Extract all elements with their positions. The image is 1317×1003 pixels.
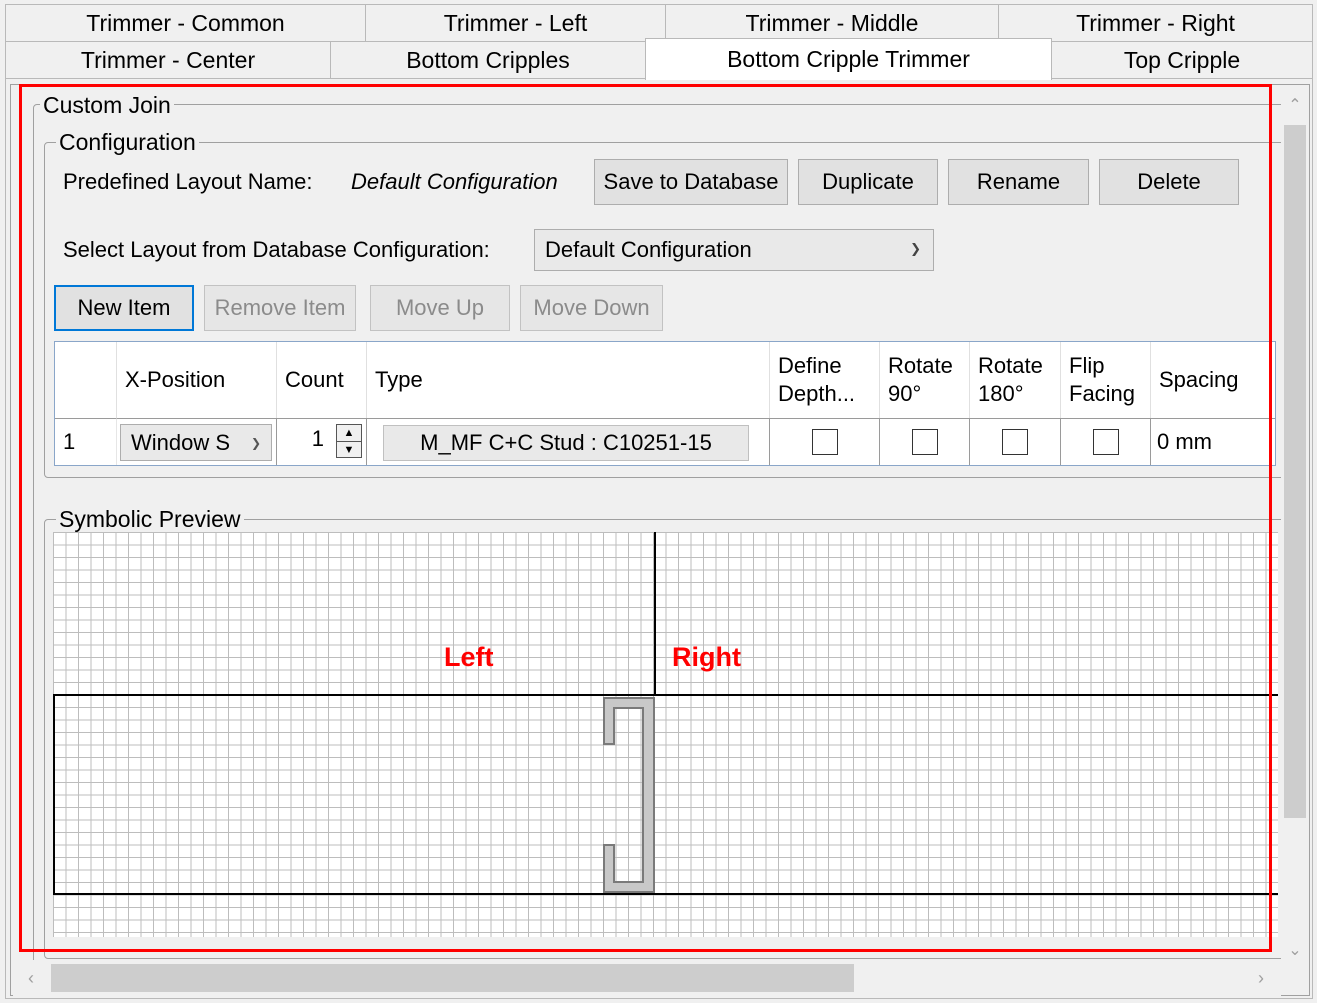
duplicate-button[interactable]: Duplicate [798, 159, 938, 205]
table-header-count[interactable]: Count [277, 342, 367, 418]
table-header-define-depth[interactable]: Define Depth... [770, 342, 880, 418]
rotate-90-checkbox[interactable] [911, 429, 938, 455]
delete-button[interactable]: Delete [1099, 159, 1239, 205]
vertical-scrollbar[interactable]: ⌃ ⌄ [1281, 87, 1309, 972]
remove-item-button[interactable]: Remove Item [204, 285, 356, 331]
table-header-spacing[interactable]: Spacing [1151, 342, 1275, 418]
select-layout-label: Select Layout from Database Configuratio… [63, 237, 490, 262]
table-cell-define-depth[interactable] [770, 418, 880, 465]
scroll-up-icon[interactable]: ⌃ [1281, 87, 1309, 123]
layout-select-value: Default Configuration [545, 237, 752, 262]
chevron-down-icon: ❯ [250, 435, 261, 450]
define-depth-checkbox[interactable] [811, 429, 838, 455]
x-position-dropdown[interactable]: Window S ❯ [120, 424, 272, 461]
type-button[interactable]: M_MF C+C Stud : C10251-15 [383, 425, 749, 461]
table-cell-flip-facing[interactable] [1061, 418, 1151, 465]
layout-select-dropdown[interactable]: Default Configuration ❯ [534, 229, 934, 271]
items-table: X-Position Count Type Define Depth... Rot… [54, 341, 1276, 466]
table-cell-x-position[interactable]: Window S ❯ [117, 418, 277, 465]
predefined-layout-value: Default Configuration [351, 169, 558, 194]
move-down-button[interactable]: Move Down [520, 285, 663, 331]
table-cell-count[interactable]: 1 ▲ ▼ [277, 418, 367, 465]
tab-trimmer-middle[interactable]: Trimmer - Middle [665, 4, 999, 42]
configuration-legend: Configuration [56, 129, 199, 155]
left-label: Left [444, 642, 494, 672]
rotate-180-checkbox[interactable] [1002, 429, 1028, 455]
stud-profile-shape [603, 697, 655, 893]
table-cell-spacing[interactable]: 0 mm [1151, 418, 1275, 465]
rename-button[interactable]: Rename [948, 159, 1089, 205]
table-header-rotate-180[interactable]: Rotate 180° [970, 342, 1061, 418]
horizontal-scrollbar[interactable]: ‹ › [13, 960, 1281, 996]
right-label: Right [672, 642, 741, 672]
move-up-button[interactable]: Move Up [370, 285, 510, 331]
table-header-rotate-90[interactable]: Rotate 90° [880, 342, 970, 418]
save-to-database-button[interactable]: Save to Database [594, 159, 788, 205]
table-header-rowhead [55, 342, 117, 418]
count-spinner[interactable]: ▲ ▼ [336, 424, 362, 458]
tab-trimmer-common[interactable]: Trimmer - Common [5, 4, 366, 42]
predefined-layout-label: Predefined Layout Name: [63, 169, 313, 194]
tab-trimmer-center[interactable]: Trimmer - Center [5, 41, 331, 79]
scroll-right-icon[interactable]: › [1243, 960, 1279, 996]
table-header-type[interactable]: Type [367, 342, 770, 418]
wall-outline [53, 694, 1278, 895]
tab-bottom-cripple-trimmer[interactable]: Bottom Cripple Trimmer [645, 38, 1052, 80]
tab-trimmer-right[interactable]: Trimmer - Right [998, 4, 1313, 42]
tab-top-cripple[interactable]: Top Cripple [1051, 41, 1313, 79]
table-row-index[interactable]: 1 [55, 418, 117, 465]
spinner-up-icon[interactable]: ▲ [337, 425, 361, 442]
new-item-button[interactable]: New Item [54, 285, 194, 331]
table-cell-rotate-180[interactable] [970, 418, 1061, 465]
tab-trimmer-left[interactable]: Trimmer - Left [365, 4, 666, 42]
custom-join-legend: Custom Join [40, 92, 174, 118]
tab-bottom-cripples[interactable]: Bottom Cripples [330, 41, 646, 79]
vertical-scroll-thumb[interactable] [1284, 125, 1306, 818]
preview-drawing [53, 532, 1278, 895]
table-cell-rotate-90[interactable] [880, 418, 970, 465]
chevron-down-icon: ❯ [910, 241, 921, 257]
symbolic-preview-canvas: Left Right [53, 532, 1278, 937]
scroll-left-icon[interactable]: ‹ [13, 960, 49, 996]
flip-facing-checkbox[interactable] [1092, 429, 1119, 455]
spinner-down-icon[interactable]: ▼ [337, 442, 361, 458]
table-header-flip-facing[interactable]: Flip Facing [1061, 342, 1151, 418]
table-header-x-position[interactable]: X-Position [117, 342, 277, 418]
scroll-down-icon[interactable]: ⌄ [1281, 932, 1309, 968]
horizontal-scroll-thumb[interactable] [51, 964, 854, 992]
symbolic-preview-legend: Symbolic Preview [56, 506, 244, 532]
table-cell-type[interactable]: M_MF C+C Stud : C10251-15 [367, 418, 770, 465]
